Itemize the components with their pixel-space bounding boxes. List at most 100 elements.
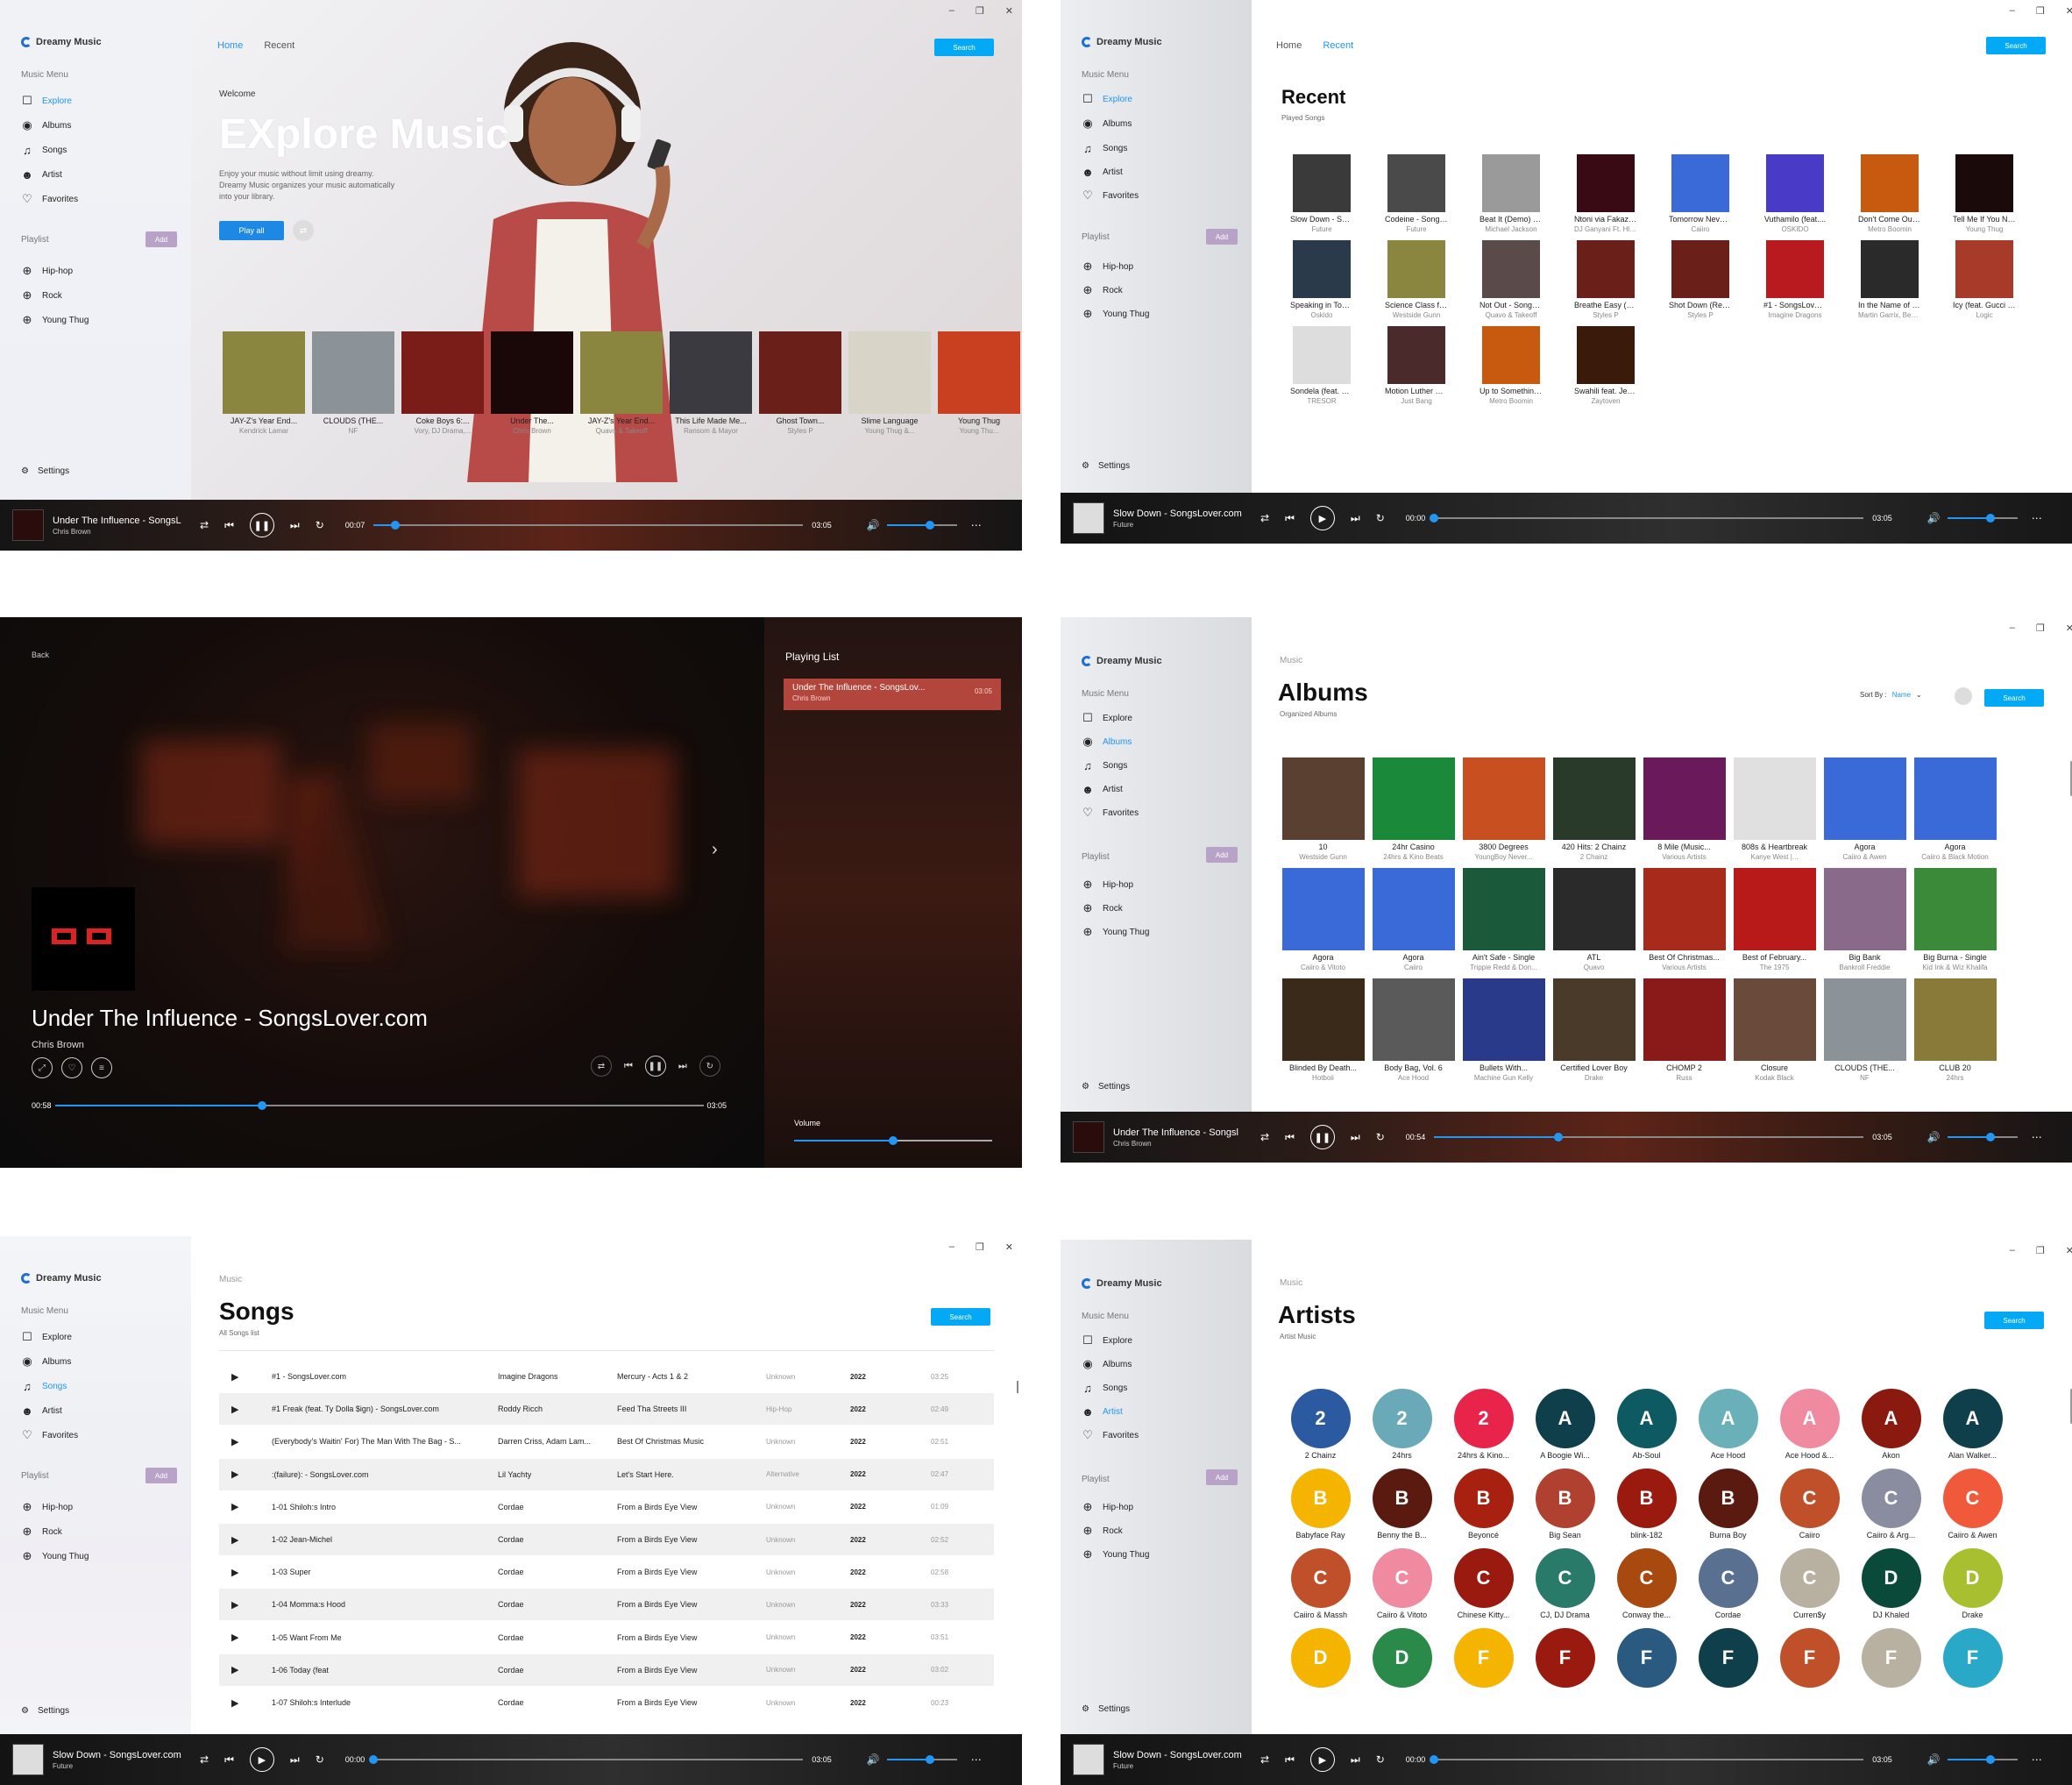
maximize-icon[interactable]: ❐ (2036, 1245, 2045, 1256)
album-tile[interactable]: Don't Come Out t... Metro Boomin (1842, 154, 1937, 233)
play-icon[interactable]: ▶ (231, 1404, 238, 1415)
artist-tile[interactable]: C Caiiro (1769, 1469, 1850, 1540)
playlist-hiphop[interactable]: ⊕ Hip-hop (21, 264, 73, 277)
search-button[interactable]: Search (1984, 689, 2044, 707)
shuffle-icon[interactable]: ⇄ (1260, 512, 1269, 524)
view-toggle-button[interactable] (1955, 687, 1972, 705)
album-tile[interactable]: Up to Something (... Metro Boomin (1464, 326, 1558, 405)
artist-tile[interactable]: D Drake (1932, 1548, 2013, 1619)
playlist-young-thug[interactable]: ⊕ Young Thug (1082, 1547, 1150, 1561)
shuffle-button[interactable]: ⇄ (293, 220, 314, 241)
artist-tile[interactable]: B Big Sean (1524, 1469, 1606, 1540)
close-icon[interactable]: ✕ (1005, 1241, 1013, 1253)
artist-tile[interactable]: B Benny the B... (1361, 1469, 1443, 1540)
album-tile[interactable]: Agora Caiiro & Awen (1820, 757, 1910, 861)
pause-button[interactable]: ❚❚ (249, 513, 274, 537)
album-tile[interactable]: 8 Mile (Music... Various Artists (1639, 757, 1729, 861)
minimize-icon[interactable]: – (2010, 5, 2015, 17)
previous-icon[interactable]: ⏮ (1285, 1753, 1295, 1767)
settings-link[interactable]: ⚙ Settings (1082, 1704, 1130, 1714)
search-button[interactable]: Search (1986, 37, 2046, 54)
album-tile[interactable]: Not Out - SongsL... Quavo & Takeoff (1464, 240, 1558, 319)
artist-tile[interactable]: C Chinese Kitty... (1443, 1548, 1524, 1619)
shuffle-icon[interactable]: ⇄ (591, 1056, 612, 1077)
add-playlist-button[interactable]: Add (145, 1468, 177, 1483)
close-icon[interactable]: ✕ (2066, 622, 2072, 634)
artist-tile[interactable]: F (1606, 1628, 1687, 1690)
artist-tile[interactable]: F (1443, 1628, 1524, 1690)
artist-tile[interactable]: A A Boogie Wi... (1524, 1389, 1606, 1460)
volume-slider[interactable] (1947, 1755, 2018, 1764)
nav-artist[interactable]: ☻ Artist (1082, 783, 1123, 796)
volume-slider[interactable] (886, 521, 957, 530)
play-icon[interactable]: ▶ (231, 1632, 238, 1643)
repeat-icon[interactable]: ↻ (699, 1056, 720, 1077)
minimize-icon[interactable]: – (949, 5, 954, 17)
maximize-icon[interactable]: ❐ (976, 1241, 984, 1253)
minimize-icon[interactable]: – (2010, 1245, 2015, 1256)
volume-slider[interactable] (1947, 1133, 2018, 1141)
album-tile[interactable]: 24hr Casino 24hrs & Kino Beats (1368, 757, 1458, 861)
album-tile[interactable]: Icy (feat. Gucci Ma... Logic (1937, 240, 2032, 319)
table-row[interactable]: ▶ 1-05 Want From Me Cordae From a Birds Eye… (219, 1622, 994, 1653)
settings-link[interactable]: ⚙ Settings (1082, 461, 1130, 471)
album-tile[interactable]: Sondela (feat. Msa... TRESOR (1274, 326, 1369, 405)
album-tile[interactable]: Ain't Safe - Single Trippie Redd & Don... (1458, 868, 1549, 971)
nav-songs[interactable]: ♫ Songs (1082, 1382, 1127, 1395)
playlist-young-thug[interactable]: ⊕ Young Thug (1082, 307, 1150, 320)
album-tile[interactable]: Swahili feat. Jefe... Zaytoven (1558, 326, 1653, 405)
table-row[interactable]: ▶ 1-03 Super Cordae From a Birds Eye View Un… (219, 1556, 994, 1588)
album-tile[interactable]: Under The... Chris Brown (487, 331, 577, 435)
search-button[interactable]: Search (931, 1308, 990, 1326)
artist-tile[interactable]: F (1687, 1628, 1769, 1690)
add-playlist-button[interactable]: Add (145, 231, 177, 247)
album-tile[interactable]: Slime Language Young Thug &... (845, 331, 934, 435)
back-button[interactable]: Back (32, 651, 49, 659)
album-tile[interactable]: Breathe Easy (Rem... Styles P (1558, 240, 1653, 319)
now-playing-thumbnail[interactable] (12, 1744, 44, 1775)
artist-tile[interactable]: D DJ Khaled (1850, 1548, 1932, 1619)
album-tile[interactable]: Shot Down (Remix... Styles P (1653, 240, 1748, 319)
artist-tile[interactable]: B Babyface Ray (1280, 1469, 1361, 1540)
next-icon[interactable]: ⏭ (1351, 512, 1360, 525)
play-icon[interactable]: ▶ (231, 1567, 238, 1578)
artist-tile[interactable]: B Beyoncé (1443, 1469, 1524, 1540)
play-icon[interactable]: ▶ (231, 1534, 238, 1546)
now-playing-thumbnail[interactable] (1073, 1121, 1104, 1153)
pause-button[interactable]: ❚❚ (644, 1056, 666, 1077)
album-tile[interactable]: CLOUDS (THE... NF (1820, 978, 1910, 1082)
now-playing-thumbnail[interactable] (12, 509, 44, 541)
artist-tile[interactable]: 2 24hrs & Kino... (1443, 1389, 1524, 1460)
nav-songs[interactable]: ♫ Songs (1082, 759, 1127, 772)
album-tile[interactable]: Agora Caiiro & Vitoto (1278, 868, 1368, 971)
pause-button[interactable]: ❚❚ (1309, 1125, 1335, 1149)
close-icon[interactable]: ✕ (2066, 1245, 2072, 1256)
play-icon[interactable]: ▶ (231, 1436, 238, 1447)
album-tile[interactable]: Big Bank Bankroll Freddie (1820, 868, 1910, 971)
artist-tile[interactable]: F (1769, 1628, 1850, 1690)
settings-link[interactable]: ⚙ Settings (21, 466, 69, 476)
album-tile[interactable]: ATL Quavo (1549, 868, 1639, 971)
app-logo[interactable]: Dreamy Music (1082, 1278, 1162, 1289)
shuffle-icon[interactable]: ⇄ (1260, 1753, 1269, 1766)
previous-icon[interactable]: ⏮ (224, 519, 234, 532)
shuffle-icon[interactable]: ⇄ (200, 1753, 209, 1766)
settings-link[interactable]: ⚙ Settings (1082, 1082, 1130, 1092)
artist-tile[interactable]: C Caiiro & Arg... (1850, 1469, 1932, 1540)
nav-albums[interactable]: ◉ Albums (21, 118, 71, 132)
nav-songs[interactable]: ♫ Songs (21, 1380, 67, 1393)
play-icon[interactable]: ▶ (231, 1371, 238, 1383)
play-button[interactable]: ▶ (249, 1747, 274, 1772)
album-tile[interactable]: CLUB 20 24hrs (1910, 978, 2000, 1082)
list-icon[interactable]: ≡ (91, 1057, 112, 1078)
volume-icon[interactable]: 🔊 (1927, 1131, 1941, 1143)
nav-favorites[interactable]: ♡ Favorites (1082, 188, 1139, 202)
repeat-icon[interactable]: ↻ (316, 519, 324, 531)
app-logo[interactable]: Dreamy Music (1082, 37, 1162, 47)
progress-slider[interactable] (369, 1755, 804, 1764)
album-tile[interactable]: Best of February... The 1975 (1729, 868, 1820, 971)
play-button[interactable]: ▶ (1309, 506, 1335, 530)
next-icon[interactable]: ⏭ (678, 1061, 687, 1072)
nav-explore[interactable]: ☐ Explore (1082, 1333, 1132, 1347)
nav-explore[interactable]: ☐ Explore (21, 94, 72, 107)
